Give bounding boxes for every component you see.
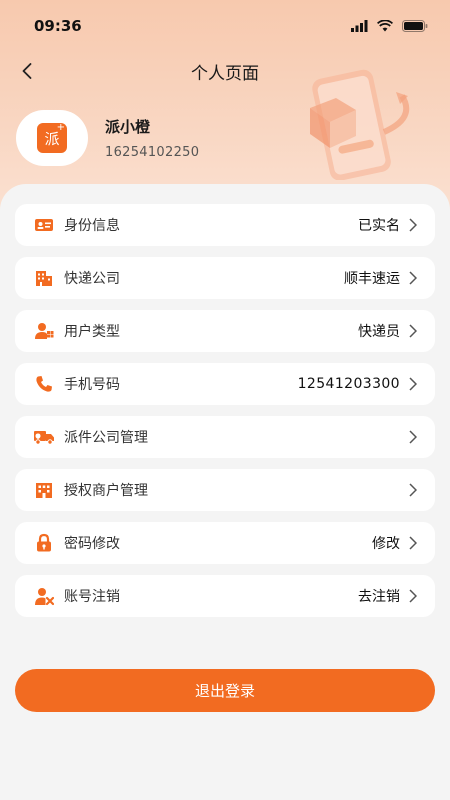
avatar[interactable]: 派 + [16,110,88,166]
menu-label: 身份信息 [64,218,120,234]
id-card-icon [33,214,55,236]
chevron-right-icon [409,324,419,338]
logout-button[interactable]: 退出登录 [15,669,435,712]
back-button[interactable] [12,56,42,86]
menu-label: 密码修改 [64,536,120,552]
menu-label: 快递公司 [64,271,120,287]
menu-row-account-deletion[interactable]: 账号注销 去注销 [15,575,435,617]
plus-icon: + [56,122,65,133]
chevron-right-icon [409,483,419,497]
user-remove-icon [33,585,55,607]
chevron-left-icon [22,63,32,79]
menu-value: 顺丰速运 [344,271,400,287]
menu-label: 用户类型 [64,324,120,340]
menu-value: 快递员 [358,324,400,340]
page-title: 个人页面 [191,63,259,84]
chevron-right-icon [409,589,419,603]
chevron-right-icon [409,218,419,232]
status-bar: 09:36 [0,0,450,52]
menu-row-merchant-management[interactable]: 授权商户管理 [15,469,435,511]
menu-row-identity[interactable]: 身份信息 已实名 [15,204,435,246]
battery-icon [402,20,428,32]
chevron-right-icon [409,430,419,444]
menu-label: 授权商户管理 [64,483,148,499]
signal-icon [351,20,368,32]
delivery-truck-icon [33,426,55,448]
profile-name: 派小橙 [105,118,151,136]
menu-label: 账号注销 [64,589,120,605]
merchant-building-icon [33,479,55,501]
phone-icon [33,373,55,395]
menu-row-password[interactable]: 密码修改 修改 [15,522,435,564]
profile-phone: 16254102250 [105,145,200,160]
status-time: 09:36 [34,17,82,35]
wifi-icon [377,20,393,32]
profile-header: 派 + 派小橙 16254102250 [16,110,199,166]
menu-value: 已实名 [358,218,400,234]
menu-row-user-type[interactable]: 用户类型 快递员 [15,310,435,352]
profile-info: 派小橙 16254102250 [105,116,199,160]
user-type-icon [33,320,55,342]
lock-icon [33,532,55,554]
menu-label: 派件公司管理 [64,430,148,446]
status-icons [351,20,428,32]
chevron-right-icon [409,377,419,391]
phone-parcel-illustration [310,69,410,180]
menu-value: 去注销 [358,589,400,605]
menu-row-phone[interactable]: 手机号码 12541203300 [15,363,435,405]
menu-row-delivery-company-management[interactable]: 派件公司管理 [15,416,435,458]
menu-row-courier-company[interactable]: 快递公司 顺丰速运 [15,257,435,299]
building-icon [33,267,55,289]
menu-value: 12541203300 [297,376,400,392]
menu-label: 手机号码 [64,377,120,393]
chevron-right-icon [409,536,419,550]
brand-logo: 派 + [37,122,67,153]
menu-value: 修改 [372,536,400,552]
chevron-right-icon [409,271,419,285]
